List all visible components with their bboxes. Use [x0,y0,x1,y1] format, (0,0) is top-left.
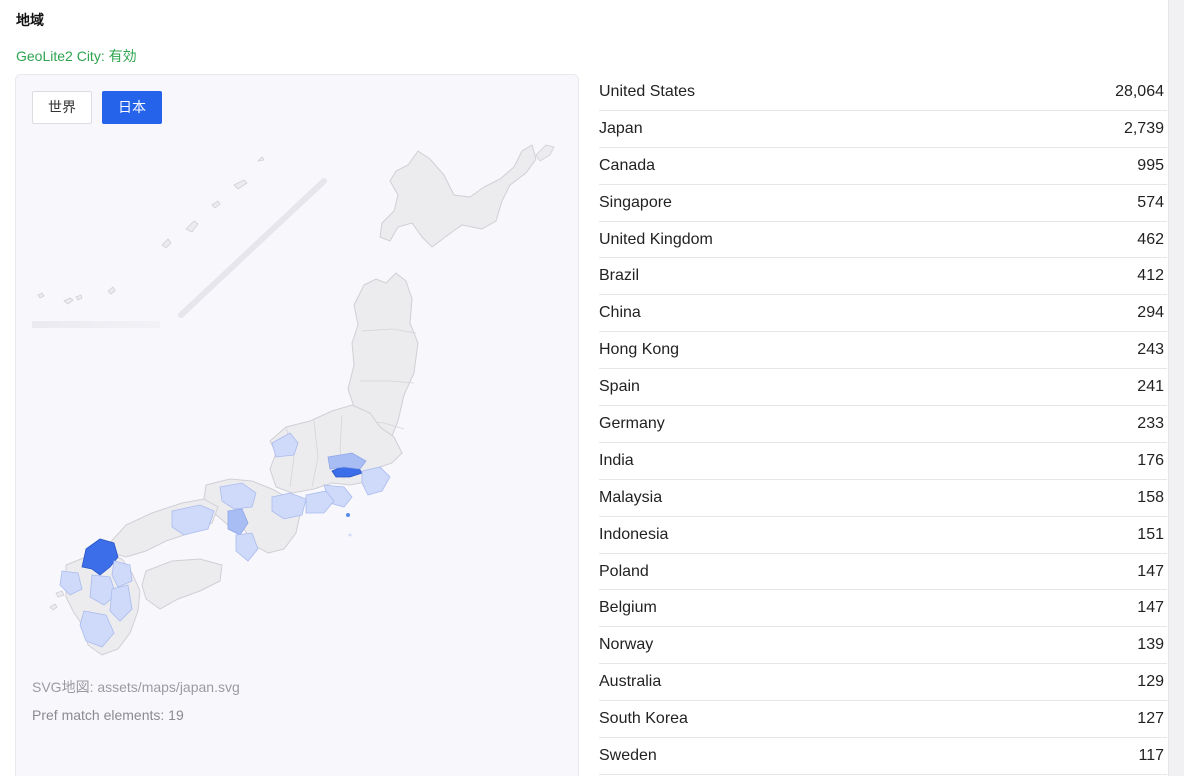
country-count: 151 [1137,525,1164,543]
izu-island-marker-2 [348,533,352,537]
country-count: 139 [1137,636,1164,654]
country-name: Singapore [599,193,672,211]
country-name: Japan [599,119,643,137]
table-row: Malaysia 158 [599,480,1167,517]
country-count: 412 [1137,267,1164,285]
table-row: Canada 995 [599,148,1167,185]
inset-divider-horizontal [32,321,160,328]
country-name: China [599,304,641,322]
country-name: Hong Kong [599,341,680,359]
shikoku [141,558,223,610]
table-row: Hong Kong 243 [599,332,1167,370]
country-name: Canada [599,156,656,174]
country-count: 129 [1137,673,1164,691]
country-name: Malaysia [599,488,663,506]
table-row: South Korea 127 [599,701,1167,739]
table-row: Norway 139 [599,627,1167,665]
table-row: Japan 2,739 [599,111,1167,148]
section-title: 地域 [16,12,44,28]
tab-world[interactable]: 世界 [32,91,92,124]
country-name: South Korea [599,710,688,728]
table-row: Germany 233 [599,406,1167,443]
country-name: United States [599,82,696,100]
japan-map [32,144,555,656]
geolite-status: GeoLite2 City: 有効 [16,48,137,64]
country-count: 574 [1137,193,1164,211]
table-row: Brazil 412 [599,258,1167,296]
map-panel: 世界 日本 SVG地図: assets/maps/japan.svg Pref … [15,74,579,776]
country-count: 995 [1137,156,1164,174]
country-name: United Kingdom [599,230,713,248]
inset-divider-diagonal [178,178,327,318]
map-tabs: 世界 日本 [32,91,162,124]
country-table: United States 28,064 Japan 2,739 Canada 995 Si… [599,74,1167,775]
table-row: United Kingdom 462 [599,222,1167,259]
country-count: 117 [1138,746,1164,764]
table-row: Indonesia 151 [599,517,1167,554]
country-count: 294 [1137,304,1164,322]
country-count: 147 [1137,599,1164,617]
country-count: 147 [1137,562,1164,580]
country-name: Poland [599,562,649,580]
country-name: Sweden [599,746,657,764]
country-count: 127 [1137,710,1164,728]
izu-island-marker [346,513,350,517]
scrollbar-track[interactable] [1168,0,1184,776]
table-row: Sweden 117 [599,738,1167,775]
hokkaido-tip [535,144,555,162]
country-name: Belgium [599,599,657,617]
table-row: Spain 241 [599,369,1167,407]
table-row: United States 28,064 [599,74,1167,111]
country-count: 233 [1137,414,1164,432]
pref-match-note: Pref match elements: 19 [32,707,184,723]
country-name: Brazil [599,267,640,285]
tab-japan[interactable]: 日本 [102,91,162,124]
svg-map-source-note: SVG地図: assets/maps/japan.svg [32,679,240,695]
country-name: Indonesia [599,525,669,543]
country-name: Germany [599,414,665,432]
country-name: Spain [599,378,640,396]
okinawa-islands [37,156,265,305]
table-row: Singapore 574 [599,185,1167,222]
country-count: 243 [1137,341,1164,359]
table-row: Australia 129 [599,664,1167,702]
country-name: Norway [599,636,654,654]
table-row: India 176 [599,443,1167,480]
country-count: 241 [1137,378,1164,396]
country-count: 2,739 [1123,119,1164,137]
table-row: Belgium 147 [599,590,1167,628]
table-row: Poland 147 [599,554,1167,591]
hokkaido [379,144,537,248]
country-count: 176 [1137,451,1164,469]
pref-chiba [361,466,391,496]
table-row: China 294 [599,295,1167,333]
country-name: Australia [599,673,662,691]
country-count: 158 [1137,488,1164,506]
country-name: India [599,451,634,469]
page: 地域 GeoLite2 City: 有効 世界 日本 SVG地図: assets… [0,0,1184,776]
pref-hiroshima [171,504,215,536]
country-count: 28,064 [1115,82,1164,100]
country-count: 462 [1137,230,1164,248]
